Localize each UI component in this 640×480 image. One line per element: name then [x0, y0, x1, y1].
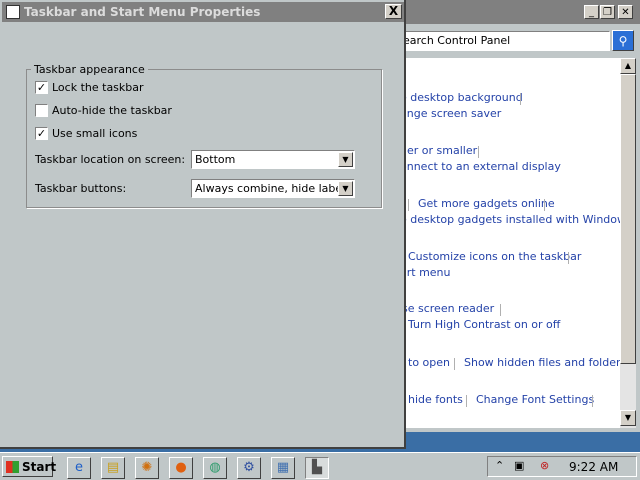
- network-icon[interactable]: ◍: [203, 457, 227, 479]
- hide-fonts-link[interactable]: hide fonts: [408, 393, 463, 406]
- maximize-button[interactable]: ❐: [600, 5, 615, 19]
- checkbox-label: Lock the taskbar: [52, 81, 144, 94]
- installed-gadgets-link[interactable]: e desktop gadgets installed with Windows: [400, 213, 622, 226]
- desktop-background-link[interactable]: e desktop background: [400, 91, 523, 104]
- show-hidden-files-link[interactable]: Show hidden files and folders: [464, 356, 622, 369]
- taskbar-properties-icon[interactable]: ▙: [305, 457, 329, 479]
- display-icon[interactable]: ▦: [271, 457, 295, 479]
- chevron-up-icon[interactable]: ⌃: [495, 459, 504, 472]
- divider: [500, 304, 501, 316]
- scroll-thumb[interactable]: [620, 74, 636, 364]
- control-panel-content: e desktop background ange screen saver g…: [396, 58, 622, 428]
- divider: [568, 252, 569, 264]
- address-bar: earch Control Panel ⚲: [396, 28, 640, 54]
- scroll-up-icon[interactable]: ▲: [620, 58, 636, 74]
- divider: [466, 395, 467, 407]
- system-tray: ⌃ ▣ ⊗ 9:22 AM: [487, 456, 637, 477]
- location-label: Taskbar location on screen:: [35, 153, 186, 166]
- group-label: Taskbar appearance: [31, 63, 148, 76]
- checkbox-label: Auto-hide the taskbar: [52, 104, 172, 117]
- open-items-link[interactable]: to open: [408, 356, 450, 369]
- taskbar: Start e ▤ ✺ ● ◍ ⚙ ▦ ▙ ⌃ ▣ ⊗ 9:22 AM: [0, 452, 640, 480]
- start-menu-link[interactable]: art menu: [400, 266, 451, 279]
- text-size-link[interactable]: ger or smaller: [400, 144, 477, 157]
- close-button[interactable]: ✕: [618, 5, 633, 19]
- control-panel-titlebar[interactable]: _ ❐ ✕: [396, 0, 640, 24]
- dialog-titlebar[interactable]: Taskbar and Start Menu Properties X: [2, 2, 404, 22]
- divider: [478, 146, 479, 158]
- vertical-scrollbar[interactable]: ▲ ▼: [620, 58, 636, 428]
- start-button[interactable]: Start: [2, 456, 57, 477]
- divider: [520, 93, 521, 105]
- scroll-down-icon[interactable]: ▼: [620, 410, 636, 426]
- chevron-down-icon[interactable]: ▼: [338, 181, 353, 196]
- settings-icon[interactable]: ⚙: [237, 457, 261, 479]
- dialog-icon: [6, 5, 20, 19]
- checkbox-box[interactable]: ✓: [35, 127, 48, 140]
- windows-logo-icon: [6, 461, 19, 473]
- divider: [544, 199, 545, 211]
- checkbox-box[interactable]: ✓: [35, 81, 48, 94]
- select-value: Bottom: [195, 153, 236, 166]
- search-input[interactable]: earch Control Panel: [400, 31, 610, 51]
- internet-explorer-icon[interactable]: e: [67, 457, 91, 479]
- external-display-link[interactable]: onnect to an external display: [400, 160, 561, 173]
- volume-muted-icon[interactable]: ⊗: [540, 459, 549, 472]
- screen-reader-link[interactable]: se screen reader: [402, 302, 494, 315]
- font-settings-link[interactable]: Change Font Settings: [476, 393, 594, 406]
- search-icon[interactable]: ⚲: [612, 30, 634, 51]
- dialog-close-button[interactable]: X: [385, 4, 402, 19]
- file-explorer-icon[interactable]: ▤: [101, 457, 125, 479]
- media-icon[interactable]: ✺: [135, 457, 159, 479]
- network-tray-icon[interactable]: ▣: [514, 459, 524, 472]
- screen-saver-link[interactable]: ange screen saver: [400, 107, 501, 120]
- divider: [592, 395, 593, 407]
- clock[interactable]: 9:22 AM: [569, 460, 618, 474]
- more-gadgets-link[interactable]: Get more gadgets online: [418, 197, 555, 210]
- taskbar-properties-dialog: Taskbar and Start Menu Properties X Task…: [0, 0, 406, 449]
- chevron-down-icon[interactable]: ▼: [338, 152, 353, 167]
- firefox-icon[interactable]: ●: [169, 457, 193, 479]
- customize-taskbar-icons-link[interactable]: Customize icons on the taskbar: [408, 250, 581, 263]
- taskbar-location-select[interactable]: Bottom ▼: [191, 150, 355, 169]
- divider: [454, 358, 455, 370]
- control-panel-window: _ ❐ ✕ earch Control Panel ⚲ e desktop ba…: [396, 0, 640, 432]
- buttons-label: Taskbar buttons:: [35, 182, 127, 195]
- divider: [408, 199, 409, 211]
- select-value: Always combine, hide labels: [195, 182, 351, 195]
- minimize-button[interactable]: _: [584, 5, 599, 19]
- start-label: Start: [22, 460, 57, 474]
- dialog-title: Taskbar and Start Menu Properties: [24, 5, 261, 19]
- high-contrast-link[interactable]: Turn High Contrast on or off: [408, 318, 560, 331]
- taskbar-buttons-select[interactable]: Always combine, hide labels ▼: [191, 179, 355, 198]
- checkbox-box[interactable]: [35, 104, 48, 117]
- checkbox-label: Use small icons: [52, 127, 138, 140]
